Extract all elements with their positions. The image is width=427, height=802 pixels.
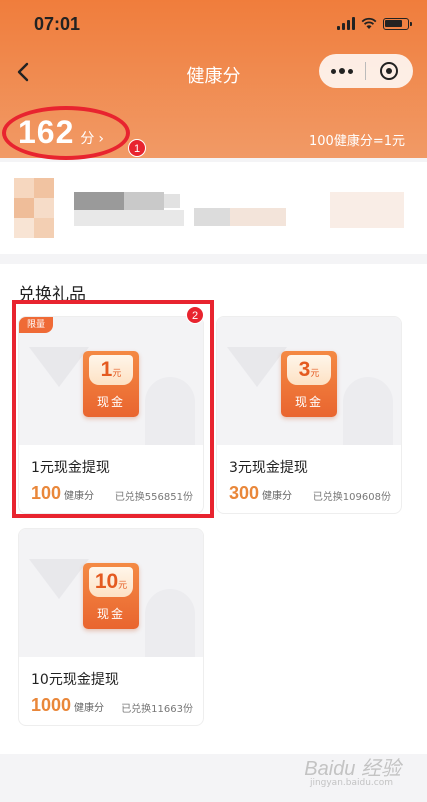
battery-icon xyxy=(383,17,412,30)
exchange-rate: 100健康分=1元 xyxy=(309,134,405,149)
section-title: 兑换礼品 xyxy=(18,285,86,305)
gift-name: 10元现金提现 xyxy=(31,672,119,688)
gift-points-unit: 健康分 xyxy=(74,703,105,714)
close-icon[interactable] xyxy=(366,54,412,88)
annotation-ring xyxy=(2,106,130,160)
annotation-badge-1: 1 xyxy=(128,139,146,157)
watermark-sub: jingyan.baidu.com xyxy=(309,778,393,788)
coupon-amount: 1 xyxy=(100,358,113,381)
gift-name: 1元现金提现 xyxy=(31,460,110,476)
coupon-unit: 元 xyxy=(310,369,320,379)
coupon-amount: 3 xyxy=(298,358,311,381)
mini-program-capsule xyxy=(319,54,413,88)
card-image: 3元 现金 xyxy=(217,317,401,445)
gift-points: 1000 xyxy=(31,695,72,715)
gift-price: 1000 健康分 xyxy=(31,695,104,716)
gift-price: 100 健康分 xyxy=(31,483,94,504)
card-image: 10元 现金 xyxy=(19,529,203,657)
limited-tag: 限量 xyxy=(19,317,53,333)
gift-redeemed-count: 已兑换11663份 xyxy=(121,704,193,715)
cash-coupon-icon: 1元 现金 xyxy=(83,351,139,417)
gift-points: 300 xyxy=(229,483,260,503)
more-icon[interactable] xyxy=(319,54,365,88)
watermark: Baidu 经验 xyxy=(304,758,401,780)
status-icons xyxy=(337,17,412,30)
wifi-icon xyxy=(361,17,377,29)
cash-coupon-icon: 10元 现金 xyxy=(83,563,139,629)
coupon-cash-label: 现金 xyxy=(294,395,323,409)
gift-redeemed-count: 已兑换109608份 xyxy=(312,492,391,503)
signal-icon xyxy=(337,17,355,30)
coupon-unit: 元 xyxy=(112,369,122,379)
gift-card-3[interactable]: 10元 现金 10元现金提现 1000 健康分 已兑换11663份 xyxy=(18,528,204,726)
status-time: 07:01 xyxy=(34,14,81,34)
coupon-unit: 元 xyxy=(118,581,128,591)
gift-name: 3元现金提现 xyxy=(229,460,308,476)
status-bar: 07:01 xyxy=(0,0,427,48)
user-card-blurred xyxy=(0,162,427,254)
gift-card-2[interactable]: 3元 现金 3元现金提现 300 健康分 已兑换109608份 xyxy=(216,316,402,514)
annotation-badge-2: 2 xyxy=(186,306,204,324)
gift-price: 300 健康分 xyxy=(229,483,292,504)
gift-card-1[interactable]: 1元 现金 限量 1元现金提现 100 健康分 已兑换556851份 xyxy=(18,316,204,514)
nav-bar: 健康分 xyxy=(0,50,427,96)
card-image: 1元 现金 限量 xyxy=(19,317,203,445)
gift-points: 100 xyxy=(31,483,62,503)
gift-points-unit: 健康分 xyxy=(64,491,95,502)
coupon-cash-label: 现金 xyxy=(96,607,125,621)
cash-coupon-icon: 3元 现金 xyxy=(281,351,337,417)
gift-points-unit: 健康分 xyxy=(262,491,293,502)
coupon-amount: 10 xyxy=(94,570,119,593)
gift-redeemed-count: 已兑换556851份 xyxy=(114,492,193,503)
coupon-cash-label: 现金 xyxy=(96,395,125,409)
